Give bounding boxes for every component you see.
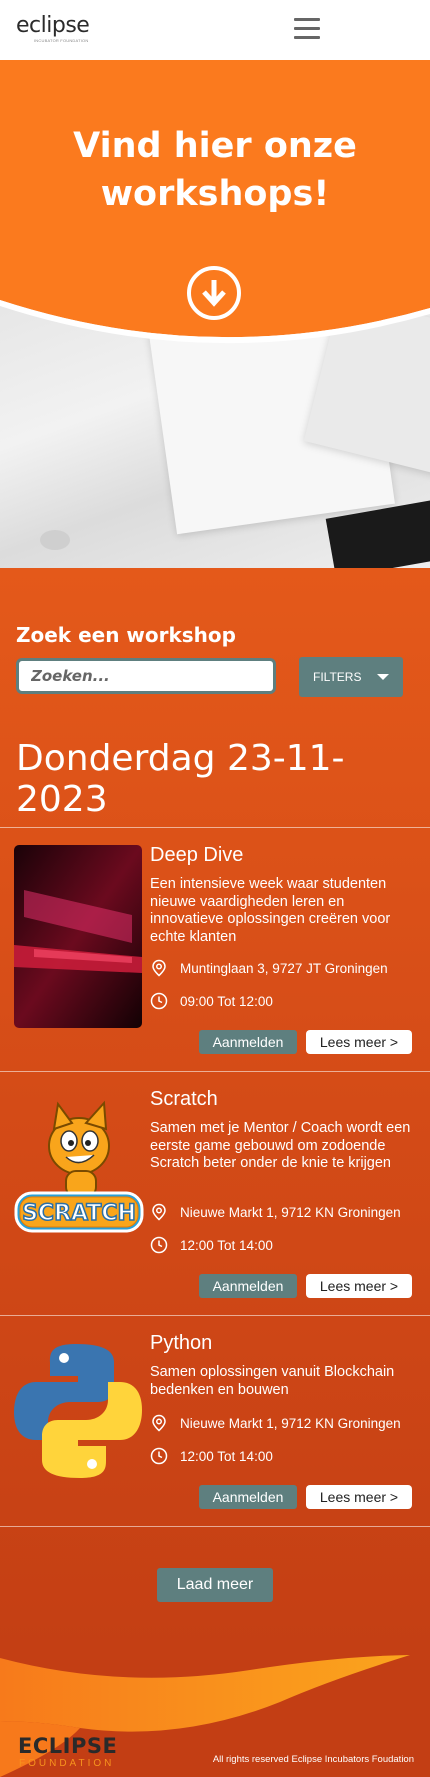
eclipse-logo[interactable]: eclipse INCUBATOR FOUNDATION bbox=[16, 13, 90, 44]
search-label: Zoek een workshop bbox=[16, 623, 236, 647]
workshop-card: Deep Dive Een intensieve week waar stude… bbox=[0, 828, 430, 1072]
location-pin-icon bbox=[152, 1203, 166, 1221]
workshop-description: Samen oplossingen vanuit Blockchain bede… bbox=[150, 1364, 395, 1398]
search-input[interactable] bbox=[16, 658, 276, 694]
workshop-time: 12:00 Tot 14:00 bbox=[150, 1447, 273, 1465]
workshop-location: Nieuwe Markt 1, 9712 KN Groningen bbox=[150, 1414, 401, 1432]
location-text: Muntinglaan 3, 9727 JT Groningen bbox=[180, 960, 388, 976]
workshop-time: 12:00 Tot 14:00 bbox=[150, 1236, 273, 1254]
site-footer: ECLIPSE FOUNDATION All rights reserved E… bbox=[0, 1650, 430, 1777]
logo-subtitle: INCUBATOR FOUNDATION bbox=[34, 38, 89, 43]
clock-icon bbox=[150, 1236, 168, 1254]
workshop-location: Nieuwe Markt 1, 9712 KN Groningen bbox=[150, 1203, 401, 1221]
lees-meer-button[interactable]: Lees meer > bbox=[306, 1274, 412, 1298]
caret-down-icon bbox=[377, 674, 389, 680]
logo-text: eclipse bbox=[16, 13, 90, 38]
filters-dropdown[interactable]: FILTERS bbox=[299, 657, 403, 697]
workshop-card: Python Samen oplossingen vanuit Blockcha… bbox=[0, 1316, 430, 1526]
site-header: eclipse INCUBATOR FOUNDATION bbox=[0, 0, 430, 60]
hero-title-line1: Vind hier onze bbox=[73, 126, 357, 166]
lees-meer-button[interactable]: Lees meer > bbox=[306, 1030, 412, 1054]
workshop-title[interactable]: Scratch bbox=[150, 1088, 218, 1111]
workshop-title[interactable]: Python bbox=[150, 1332, 212, 1355]
footer-logo[interactable]: ECLIPSE bbox=[18, 1734, 117, 1758]
scroll-down-button[interactable] bbox=[187, 266, 241, 320]
scratch-logo: SCRATCH bbox=[14, 1089, 144, 1272]
menu-icon[interactable] bbox=[294, 16, 320, 42]
time-text: 09:00 Tot 12:00 bbox=[180, 993, 273, 1009]
clock-icon bbox=[150, 992, 168, 1010]
location-pin-icon bbox=[152, 1414, 166, 1432]
hero-banner: Vind hier onze workshops! bbox=[0, 60, 430, 568]
clock-icon bbox=[150, 1447, 168, 1465]
aanmelden-button[interactable]: Aanmelden bbox=[199, 1485, 297, 1509]
filters-label: FILTERS bbox=[313, 670, 362, 684]
hero-title: Vind hier onze workshops! bbox=[0, 122, 430, 218]
footer-logo-sub: FOUNDATION bbox=[19, 1758, 115, 1769]
location-text: Nieuwe Markt 1, 9712 KN Groningen bbox=[180, 1204, 401, 1220]
workshop-card: SCRATCH Scratch Samen met je Mentor / Co… bbox=[0, 1072, 430, 1315]
arrow-down-icon bbox=[202, 280, 226, 307]
time-text: 12:00 Tot 14:00 bbox=[180, 1448, 273, 1464]
workshop-description: Samen met je Mentor / Coach wordt een ee… bbox=[150, 1120, 411, 1171]
laptop-photo bbox=[14, 845, 142, 1028]
workshop-title[interactable]: Deep Dive bbox=[150, 844, 243, 867]
aanmelden-button[interactable]: Aanmelden bbox=[199, 1030, 297, 1054]
time-text: 12:00 Tot 14:00 bbox=[180, 1237, 273, 1253]
location-text: Nieuwe Markt 1, 9712 KN Groningen bbox=[180, 1415, 401, 1431]
location-pin-icon bbox=[152, 959, 166, 977]
aanmelden-button[interactable]: Aanmelden bbox=[199, 1274, 297, 1298]
hero-title-line2: workshops! bbox=[100, 174, 330, 214]
workshop-description: Een intensieve week waar studenten nieuw… bbox=[150, 876, 391, 945]
workshops-section: Zoek een workshop FILTERS Donderdag 23-1… bbox=[0, 568, 430, 1650]
copyright-text: All rights reserved Eclipse Incubators F… bbox=[212, 1754, 414, 1765]
divider bbox=[0, 1526, 430, 1527]
python-logo bbox=[14, 1336, 142, 1519]
scratch-logo-text: SCRATCH bbox=[22, 1201, 136, 1226]
laad-meer-button[interactable]: Laad meer bbox=[157, 1568, 273, 1602]
lees-meer-button[interactable]: Lees meer > bbox=[306, 1485, 412, 1509]
date-heading: Donderdag 23-11-2023 bbox=[16, 738, 345, 820]
workshop-time: 09:00 Tot 12:00 bbox=[150, 992, 273, 1010]
workshop-location: Muntinglaan 3, 9727 JT Groningen bbox=[150, 959, 388, 977]
